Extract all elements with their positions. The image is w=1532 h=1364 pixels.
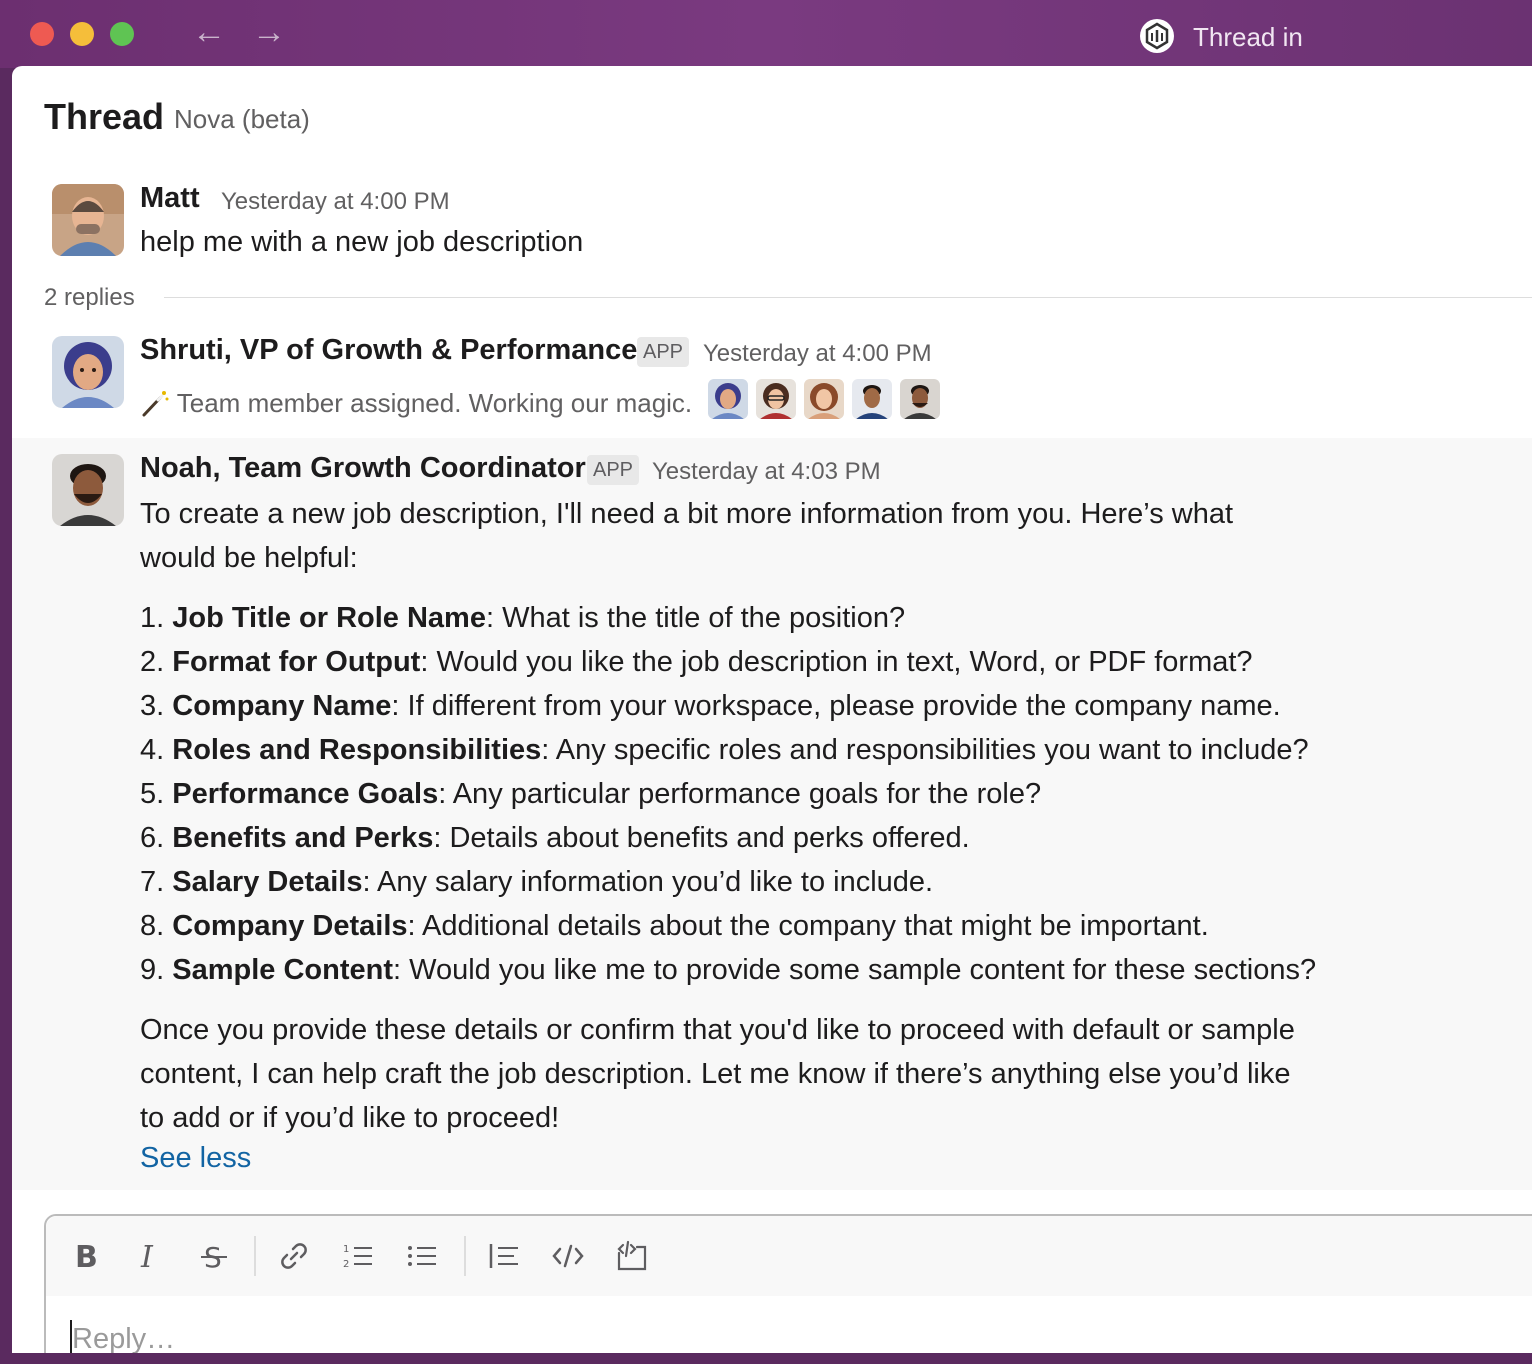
bold-icon[interactable]: B [66,1236,106,1276]
minimize-window-button[interactable] [70,22,94,46]
svg-text:2: 2 [343,1259,349,1270]
list-item: 4. Roles and Responsibilities: Any speci… [140,734,1309,766]
forward-arrow-icon[interactable]: → [252,14,286,50]
back-arrow-icon[interactable]: ← [192,14,226,50]
list-item: 7. Salary Details: Any salary informatio… [140,866,934,898]
info-request-list: 1. Job Title or Role Name: What is the t… [140,596,1316,992]
blockquote-icon[interactable] [484,1236,524,1276]
svg-text:B: B [75,1241,98,1271]
app-badge: APP [587,455,640,485]
magic-wand-icon [140,388,177,418]
see-less-link[interactable]: See less [140,1142,251,1175]
ordered-list-icon[interactable]: 12 [338,1236,378,1276]
formatting-toolbar: B I S 12 [46,1216,1532,1296]
list-item: 6. Benefits and Perks: Details about ben… [140,822,970,854]
list-item: 8. Company Details: Additional details a… [140,910,1209,942]
list-item: 5. Performance Goals: Any particular per… [140,778,1042,810]
message-author[interactable]: Noah, Team Growth Coordinator [140,452,586,485]
message-outro-line: content, I can help craft the job descri… [140,1058,1291,1090]
message-intro: To create a new job description, I'll ne… [140,492,1340,580]
team-member-avatar[interactable] [852,379,892,419]
list-item: 2. Format for Output: Would you like the… [140,646,1253,678]
list-item: 3. Company Name: If different from your … [140,690,1281,722]
italic-icon[interactable]: I [130,1236,170,1276]
list-item: 1. Job Title or Role Name: What is the t… [140,602,906,634]
replies-count: 2 replies [44,284,135,311]
message-timestamp[interactable]: Yesterday at 4:00 PM [703,340,932,368]
message-intro-line: To create a new job description, I'll ne… [140,498,1234,530]
reply-input[interactable] [70,1316,1474,1353]
maximize-window-button[interactable] [110,22,134,46]
message-outro-line: Once you provide these details or confir… [140,1014,1295,1046]
svg-text:1: 1 [343,1244,349,1255]
message-author[interactable]: Shruti, VP of Growth & Performance [140,334,637,367]
toolbar-divider [464,1236,466,1276]
strikethrough-icon[interactable]: S [194,1236,234,1276]
reply-composer: B I S 12 [44,1214,1532,1353]
app-logo-icon [1140,19,1174,53]
avatar-matt[interactable] [52,184,124,256]
message-timestamp[interactable]: Yesterday at 4:00 PM [221,188,450,216]
avatar-shruti[interactable] [52,336,124,408]
thread-panel: Thread Nova (beta) Matt Yesterday at 4:0… [12,66,1532,1353]
toolbar-divider [254,1236,256,1276]
message-outro: Once you provide these details or confir… [140,1008,1340,1140]
bulleted-list-icon[interactable] [402,1236,442,1276]
avatar-noah[interactable] [52,454,124,526]
window-titlebar: ← → Thread in [0,0,1532,68]
replies-divider [164,297,1532,298]
text-cursor [70,1320,72,1353]
status-message: Team member assigned. Working our magic. [140,388,692,419]
thread-channel-name[interactable]: Nova (beta) [174,104,310,135]
code-block-icon[interactable] [612,1236,652,1276]
team-member-avatar[interactable] [708,379,748,419]
svg-text:I: I [140,1241,154,1271]
app-badge: APP [637,337,690,367]
message-outro-line: to add or if you’d like to proceed! [140,1102,560,1134]
message-intro-line: would be helpful: [140,542,358,574]
link-icon[interactable] [274,1236,314,1276]
team-member-avatar[interactable] [804,379,844,419]
message-author[interactable]: Matt [140,182,200,215]
list-item: 9. Sample Content: Would you like me to … [140,954,1317,986]
status-text: Team member assigned. Working our magic. [176,388,693,418]
team-member-avatar[interactable] [756,379,796,419]
message-timestamp[interactable]: Yesterday at 4:03 PM [652,458,881,486]
message-text: help me with a new job description [140,226,584,258]
window-title: Thread in [1193,22,1303,52]
close-window-button[interactable] [30,22,54,46]
code-icon[interactable] [548,1236,588,1276]
thread-title: Thread [44,96,165,137]
team-member-avatar[interactable] [900,379,940,419]
